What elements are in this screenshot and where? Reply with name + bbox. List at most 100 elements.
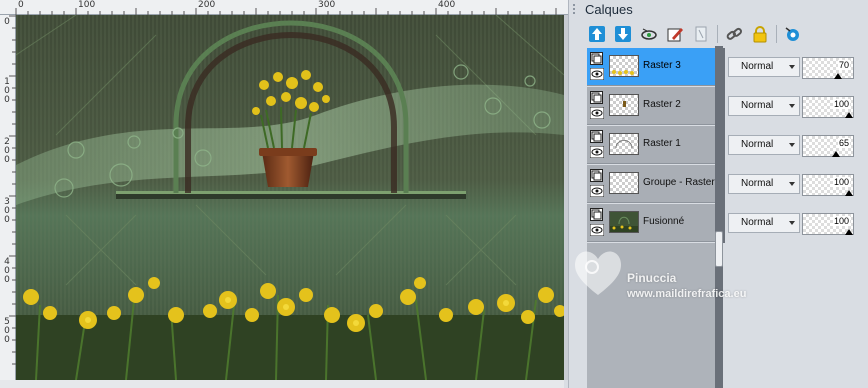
opacity-slider[interactable]: 70 <box>802 57 854 79</box>
splitter-handle[interactable] <box>715 231 723 267</box>
chevron-down-icon <box>789 182 795 186</box>
layer-name-cell[interactable]: Groupe - Raster 1 <box>587 165 723 203</box>
visibility-eye-icon[interactable] <box>589 145 605 159</box>
layer-name: Raster 2 <box>643 99 681 110</box>
psp-workspace: 0 100 200 300 400 500 0 100 <box>0 0 868 388</box>
visibility-eye-icon[interactable] <box>589 223 605 237</box>
blend-mode-value: Normal <box>741 139 774 150</box>
blend-mode-select[interactable]: Normal <box>728 57 800 77</box>
blend-mode-value: Normal <box>741 100 774 111</box>
daffodil-artwork-image <box>16 15 564 380</box>
opacity-slider[interactable]: 65 <box>802 135 854 157</box>
layer-row[interactable]: Raster 3 Normal 70 <box>587 48 868 87</box>
visibility-eye-icon[interactable] <box>589 184 605 198</box>
opacity-slider[interactable]: 100 <box>802 213 854 235</box>
palette-grip-icon[interactable] <box>573 4 581 18</box>
opacity-slider[interactable]: 100 <box>802 174 854 196</box>
layer-thumbnail <box>609 133 639 155</box>
layer-name-cell[interactable]: Raster 1 <box>587 126 719 164</box>
layer-group-icon[interactable] <box>590 130 603 143</box>
opacity-marker[interactable] <box>845 229 853 235</box>
layer-properties: Normal 100 <box>725 204 868 243</box>
opacity-value: 100 <box>832 216 850 226</box>
layer-properties: Normal 100 <box>725 165 868 204</box>
toolbar-separator <box>776 25 777 43</box>
ruler-label: 0 <box>4 17 10 27</box>
layer-name: Fusionné <box>643 216 685 227</box>
layer-thumbnail <box>609 55 639 77</box>
layer-row[interactable]: Fusionné Normal 100 <box>587 204 868 243</box>
ruler-label: 500 <box>4 317 10 345</box>
opacity-slider[interactable]: 100 <box>802 96 854 118</box>
layer-thumbnail <box>609 211 639 233</box>
move-layer-down-icon[interactable] <box>613 24 633 44</box>
layer-thumbnail <box>609 172 639 194</box>
visibility-eye-icon[interactable] <box>589 106 605 120</box>
layers-empty-area <box>587 243 719 388</box>
layer-name: Raster 3 <box>643 60 681 71</box>
opacity-marker[interactable] <box>834 73 842 79</box>
link-icon[interactable] <box>724 24 744 44</box>
ruler-label: 300 <box>318 0 336 10</box>
blend-mode-value: Normal <box>741 61 774 72</box>
layer-properties: Normal 70 <box>725 48 868 87</box>
blend-mode-value: Normal <box>741 217 774 228</box>
layer-name-cell[interactable]: Raster 3 <box>587 48 719 86</box>
ruler-label: 400 <box>438 0 456 10</box>
ruler-label: 200 <box>4 137 10 165</box>
layer-thumbnail <box>609 94 639 116</box>
chevron-down-icon <box>789 143 795 147</box>
layer-name-cell[interactable]: Raster 2 <box>587 87 719 125</box>
opacity-marker[interactable] <box>845 190 853 196</box>
blend-mode-value: Normal <box>741 178 774 189</box>
opacity-value: 100 <box>832 99 850 109</box>
layer-properties: Normal 65 <box>725 126 868 165</box>
ruler-label: 0 <box>18 0 24 10</box>
vertical-ruler: 0 100 200 300 400 500 <box>0 15 16 380</box>
horizontal-ruler: 0 100 200 300 400 500 <box>0 0 568 15</box>
ruler-label: 300 <box>4 197 10 225</box>
layer-group-icon[interactable] <box>590 169 603 182</box>
layer-group-icon[interactable] <box>590 52 603 65</box>
layer-visibility-icon[interactable] <box>639 24 659 44</box>
opacity-marker[interactable] <box>831 151 840 157</box>
opacity-value: 65 <box>837 138 850 148</box>
opacity-value: 70 <box>837 60 850 70</box>
layer-name: Raster 1 <box>643 138 681 149</box>
opacity-marker[interactable] <box>845 112 853 118</box>
layer-name-cell[interactable]: Fusionné <box>587 204 719 242</box>
ruler-label: 400 <box>4 257 10 285</box>
delete-layer-icon[interactable] <box>691 24 711 44</box>
layer-row[interactable]: Raster 2 Normal 100 <box>587 87 868 126</box>
chevron-down-icon <box>789 104 795 108</box>
edit-selection-icon[interactable] <box>665 24 685 44</box>
palette-splitter[interactable] <box>715 46 723 388</box>
layers-list: Raster 3 Normal 70 Raster 2 Normal 100 R… <box>587 48 868 243</box>
image-canvas[interactable] <box>16 15 564 380</box>
layers-palette: Calques Raster 3 Normal 70 Raster 2 Norm… <box>568 0 868 388</box>
blend-mode-select[interactable]: Normal <box>728 213 800 233</box>
layer-group-icon[interactable] <box>590 208 603 221</box>
layer-row[interactable]: Groupe - Raster 1 Normal 100 <box>587 165 868 204</box>
layer-name: Groupe - Raster 1 <box>643 177 724 188</box>
blend-mode-select[interactable]: Normal <box>728 174 800 194</box>
ruler-label: 200 <box>198 0 216 10</box>
toolbar-separator <box>717 25 718 43</box>
opacity-value: 100 <box>832 177 850 187</box>
blend-mode-select[interactable]: Normal <box>728 135 800 155</box>
blend-mode-select[interactable]: Normal <box>728 96 800 116</box>
lock-icon[interactable] <box>750 24 770 44</box>
move-layer-up-icon[interactable] <box>587 24 607 44</box>
layers-toolbar <box>587 22 803 46</box>
layer-group-icon[interactable] <box>590 91 603 104</box>
chevron-down-icon <box>789 65 795 69</box>
visibility-eye-icon[interactable] <box>589 67 605 81</box>
new-layer-icon[interactable] <box>783 24 803 44</box>
canvas-bottom-bar <box>0 380 564 388</box>
ruler-label: 100 <box>4 77 10 105</box>
layer-properties: Normal 100 <box>725 87 868 126</box>
chevron-down-icon <box>789 221 795 225</box>
palette-title: Calques <box>585 2 633 17</box>
layer-row[interactable]: Raster 1 Normal 65 <box>587 126 868 165</box>
ruler-label: 100 <box>78 0 96 10</box>
